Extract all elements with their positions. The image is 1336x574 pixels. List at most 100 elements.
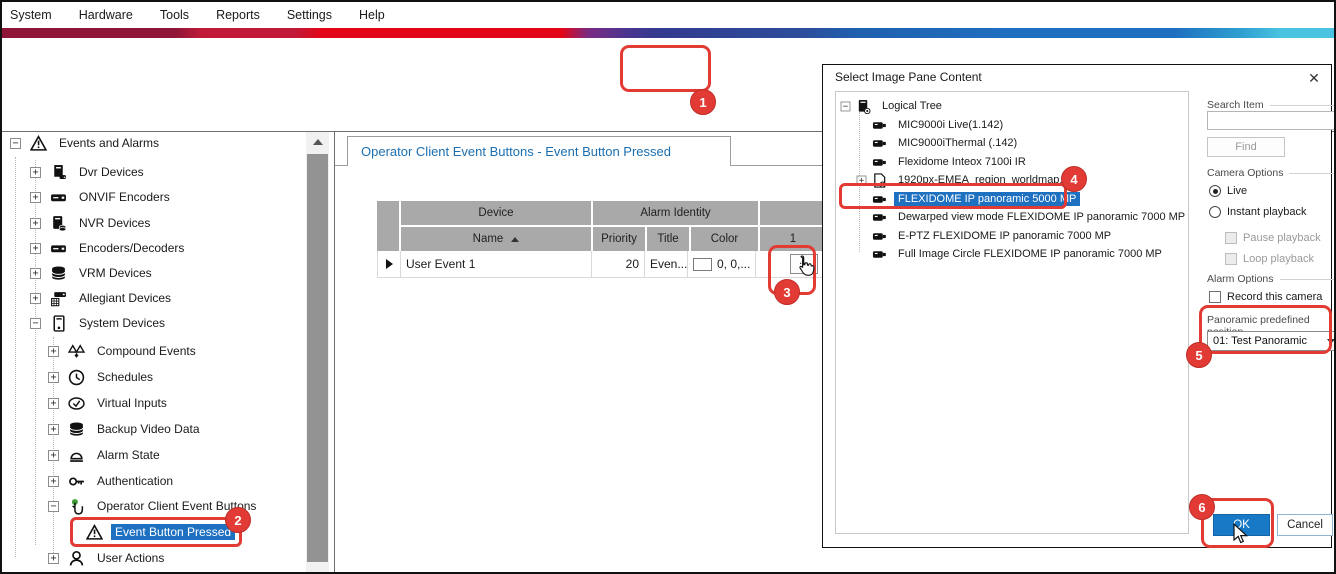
tree-item-mic9000ithermal-142-[interactable]: −MIC9000iThermal (.142) (836, 134, 1188, 152)
minus-expander-icon[interactable]: − (841, 101, 851, 111)
color-swatch[interactable] (693, 258, 712, 271)
tree-item-alarm-state[interactable]: + Alarm State (4, 442, 305, 468)
tree-item-mic9000i-live-1-142-[interactable]: −MIC9000i Live(1.142) (836, 116, 1188, 134)
annotation-badge-step6: 6 (1189, 494, 1215, 520)
tree-item-system-devices[interactable]: −System Devices (4, 310, 305, 336)
cell-priority[interactable]: 20 (592, 251, 644, 277)
minus-expander-icon[interactable]: − (10, 138, 21, 149)
matrix-device-icon (48, 288, 68, 308)
events-device-tree: −Events and Alarms+Dvr Devices+ONVIF Enc… (4, 132, 305, 574)
loop-playback-checkbox[interactable]: Loop playback (1225, 253, 1314, 265)
current-row-marker-icon (378, 251, 400, 277)
tree-item-virtual-inputs[interactable]: +Virtual Inputs (4, 390, 305, 416)
tree-item-label: Full Image Circle FLEXIDOME IP panoramic… (894, 247, 1166, 261)
plus-expander-icon[interactable]: + (48, 476, 59, 487)
encoder-device-icon (48, 238, 68, 258)
record-this-camera-label: Record this camera (1227, 291, 1322, 303)
radio-unselected-icon[interactable] (1209, 206, 1221, 218)
tree-item-e-ptz-flexidome-ip-panoramic-7000-mp[interactable]: −E-PTZ FLEXIDOME IP panoramic 7000 MP (836, 227, 1188, 245)
tree-item-label: Encoders/Decoders (75, 240, 188, 256)
tree-item-label: MIC9000i Live(1.142) (894, 118, 1007, 132)
tree-item-schedules[interactable]: + Schedules (4, 364, 305, 390)
plus-expander-icon[interactable]: + (30, 167, 41, 178)
pause-playback-checkbox[interactable]: Pause playback (1225, 232, 1321, 244)
plus-expander-icon[interactable]: + (48, 372, 59, 383)
tree-item-nvr-devices[interactable]: + NVR Devices (4, 210, 305, 236)
camera-icon (871, 210, 888, 225)
scrollbar-up-icon[interactable] (306, 132, 329, 152)
plus-expander-icon[interactable]: + (48, 553, 59, 564)
record-this-camera-checkbox[interactable]: Record this camera (1209, 291, 1322, 303)
cell-event-name[interactable]: User Event 1 (401, 251, 591, 277)
plus-expander-icon[interactable]: + (48, 450, 59, 461)
plus-expander-icon[interactable]: + (30, 293, 41, 304)
cell-color[interactable]: 0, 0,... (688, 251, 755, 277)
find-button[interactable]: Find (1207, 137, 1285, 157)
group-header-device[interactable]: Device (401, 201, 591, 225)
camera-icon (871, 229, 888, 244)
tree-item-label: VRM Devices (75, 265, 156, 281)
search-input[interactable] (1207, 111, 1336, 130)
tree-item-label: NVR Devices (75, 215, 154, 231)
minus-expander-icon[interactable]: − (30, 318, 41, 329)
column-header-name[interactable]: Name (401, 227, 591, 251)
checkbox-icon[interactable] (1209, 291, 1221, 303)
annotation-rect-step2 (70, 517, 242, 547)
dialog-close-icon[interactable]: ✕ (1305, 69, 1323, 87)
column-header-title[interactable]: Title (647, 227, 689, 251)
plus-expander-icon[interactable]: + (30, 243, 41, 254)
scrollbar-thumb[interactable] (307, 154, 328, 562)
menu-settings[interactable]: Settings (287, 8, 332, 22)
tree-item-user-actions[interactable]: +User Actions (4, 545, 305, 571)
menu-reports[interactable]: Reports (216, 8, 260, 22)
radio-selected-icon[interactable] (1209, 185, 1221, 197)
tree-item-authentication[interactable]: +Authentication (4, 468, 305, 494)
brand-gradient-bar (2, 28, 1334, 38)
menu-help[interactable]: Help (359, 8, 385, 22)
cell-title[interactable]: Even... (645, 251, 687, 277)
minus-expander-icon[interactable]: − (48, 501, 59, 512)
plus-expander-icon[interactable]: + (30, 218, 41, 229)
live-radio[interactable]: Live (1209, 185, 1247, 197)
loop-playback-label: Loop playback (1243, 253, 1314, 265)
plus-expander-icon[interactable]: + (30, 268, 41, 279)
table-header: Device Alarm Identity Name Priority Titl… (377, 201, 842, 251)
tree-item-events-and-alarms[interactable]: −Events and Alarms (4, 132, 305, 156)
checkbox-icon[interactable] (1225, 232, 1237, 244)
camera-icon (871, 118, 888, 133)
plus-expander-icon[interactable]: + (48, 346, 59, 357)
cancel-button[interactable]: Cancel (1277, 514, 1333, 536)
column-header-color[interactable]: Color (691, 227, 758, 251)
tree-item-compound-events[interactable]: +Compound Events (4, 338, 305, 364)
tree-item-label: Alarm State (93, 447, 164, 463)
tree-item-dewarped-view-mode-flexidome-ip-panoramic-7000-mp[interactable]: −Dewarped view mode FLEXIDOME IP panoram… (836, 208, 1188, 226)
tree-item-operator-client-event-buttons[interactable]: −Operator Client Event Buttons (4, 493, 305, 519)
menu-tools[interactable]: Tools (160, 8, 189, 22)
plus-expander-icon[interactable]: + (30, 192, 41, 203)
tree-item-label: ONVIF Encoders (75, 189, 174, 205)
tree-item-flexidome-inteox-7100i-ir[interactable]: −Flexidome Inteox 7100i IR (836, 153, 1188, 171)
content-tab-header[interactable]: Operator Client Event Buttons - Event Bu… (347, 136, 731, 166)
plus-expander-icon[interactable]: + (48, 398, 59, 409)
menu-system[interactable]: System (10, 8, 52, 22)
tree-item-vrm-devices[interactable]: + VRM Devices (4, 260, 305, 286)
tree-item-label: Schedules (93, 369, 157, 385)
pause-playback-label: Pause playback (1243, 232, 1321, 244)
tree-item-backup-video-data[interactable]: +Backup Video Data (4, 416, 305, 442)
tree-scrollbar[interactable] (306, 132, 329, 574)
tree-item-onvif-encoders[interactable]: + ONVIF Encoders (4, 184, 305, 210)
column-header-priority[interactable]: Priority (593, 227, 645, 251)
group-header-alarm-identity[interactable]: Alarm Identity (593, 201, 758, 225)
tree-item-full-image-circle-flexidome-ip-panoramic-7000-mp[interactable]: −Full Image Circle FLEXIDOME IP panorami… (836, 245, 1188, 263)
tree-item-allegiant-devices[interactable]: +Allegiant Devices (4, 285, 305, 311)
tree-item-logical-tree[interactable]: −Logical Tree (836, 97, 1188, 115)
tree-item-dvr-devices[interactable]: +Dvr Devices (4, 159, 305, 185)
plus-expander-icon[interactable]: + (48, 424, 59, 435)
checkbox-icon[interactable] (1225, 253, 1237, 265)
instant-playback-radio[interactable]: Instant playback (1209, 206, 1307, 218)
tree-item-encoders-decoders[interactable]: + Encoders/Decoders (4, 235, 305, 261)
application-window: System Hardware Tools Reports Settings H… (0, 0, 1336, 574)
camera-icon (871, 155, 888, 170)
alarm-options-label: Alarm Options (1207, 273, 1274, 285)
menu-hardware[interactable]: Hardware (79, 8, 133, 22)
